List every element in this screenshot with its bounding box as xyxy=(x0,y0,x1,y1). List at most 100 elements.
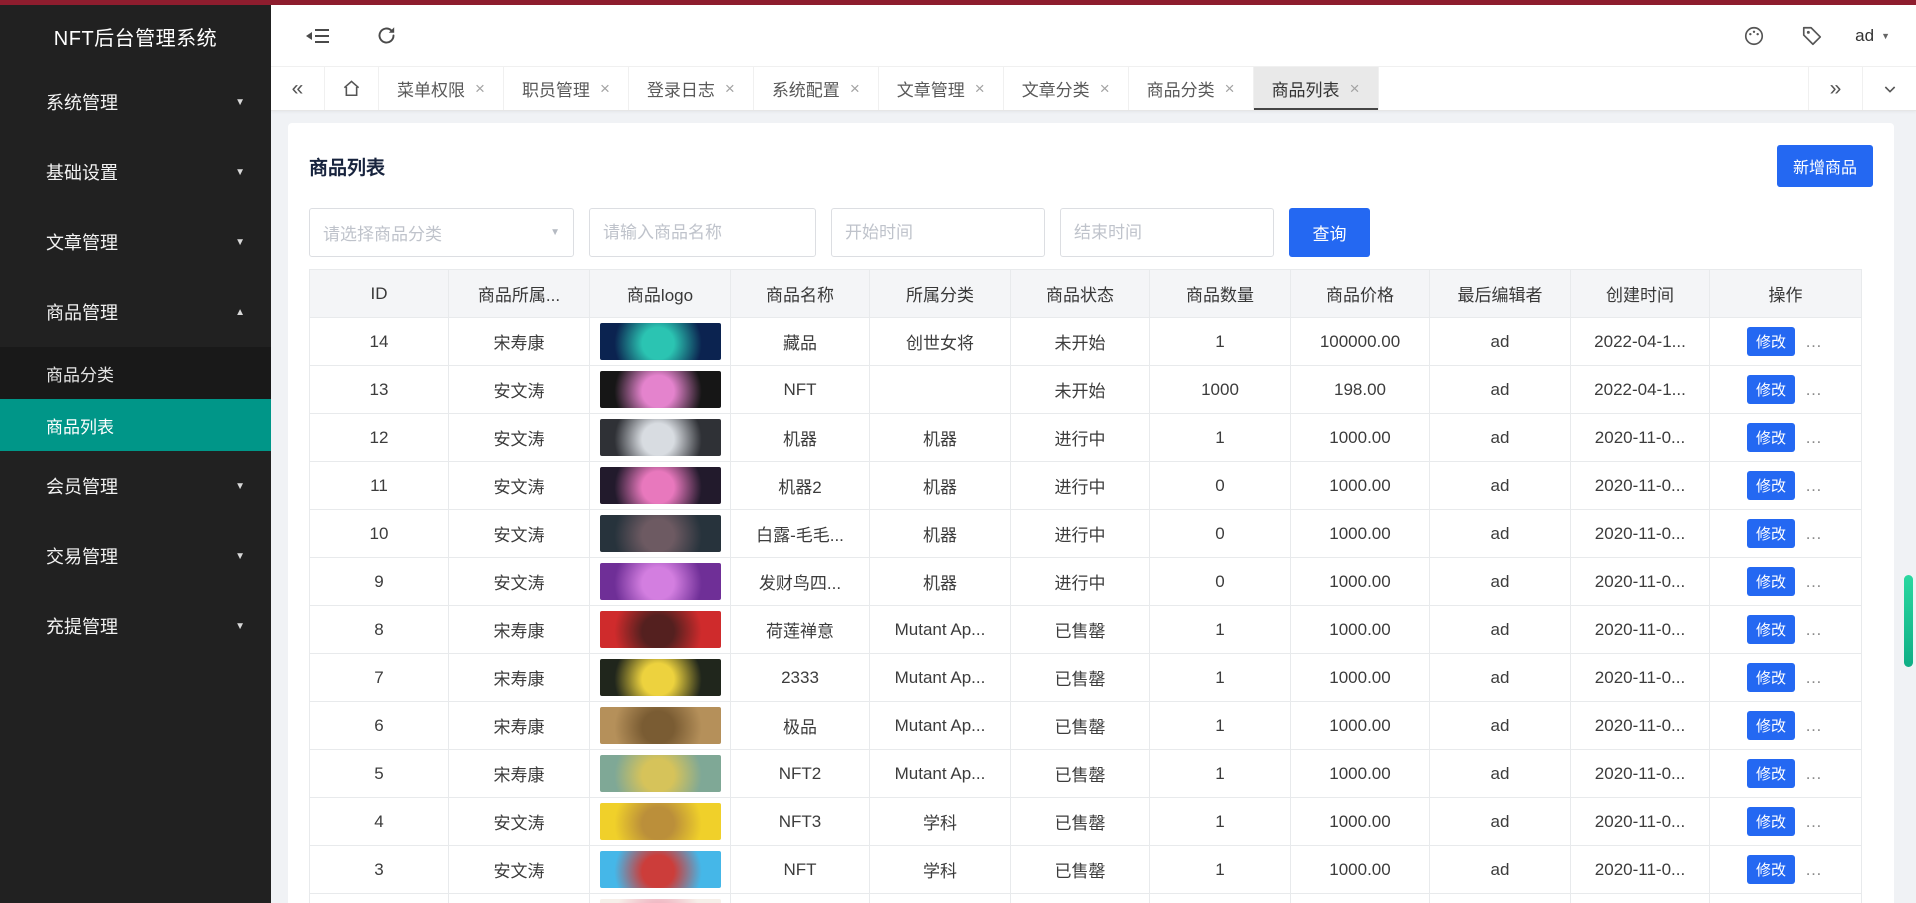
more-actions-button[interactable]: … xyxy=(1805,380,1824,399)
collapse-sidebar-button[interactable] xyxy=(303,21,333,51)
cell-price: 1000.00 xyxy=(1290,845,1430,894)
edit-button[interactable]: 修改 xyxy=(1746,567,1795,596)
edit-button[interactable]: 修改 xyxy=(1746,711,1795,740)
tab-文章分类[interactable]: 文章分类 × xyxy=(1004,67,1129,110)
sidebar-item-系统管理[interactable]: 系统管理 ▼ xyxy=(0,67,271,137)
tab-菜单权限[interactable]: 菜单权限 × xyxy=(379,67,504,110)
close-icon[interactable]: × xyxy=(725,80,735,97)
sidebar-item-会员管理[interactable]: 会员管理 ▼ xyxy=(0,451,271,521)
sidebar-subitem-商品分类[interactable]: 商品分类 xyxy=(0,347,271,399)
cell-quantity: 1 xyxy=(1149,845,1291,894)
cell-operations: 修改 … xyxy=(1709,461,1862,510)
product-name-input[interactable] xyxy=(589,208,816,257)
edit-button[interactable]: 修改 xyxy=(1746,855,1795,884)
refresh-icon xyxy=(376,25,397,46)
tab-系统配置[interactable]: 系统配置 × xyxy=(754,67,879,110)
more-actions-button[interactable]: … xyxy=(1805,428,1824,447)
sidebar-item-label: 充提管理 xyxy=(46,617,118,637)
more-actions-button[interactable]: … xyxy=(1805,812,1824,831)
more-actions-button[interactable]: … xyxy=(1805,668,1824,687)
tabs-scroll-left-button[interactable]: « xyxy=(271,67,325,110)
close-icon[interactable]: × xyxy=(850,80,860,97)
end-time-input[interactable] xyxy=(1060,208,1274,257)
sidebar-item-充提管理[interactable]: 充提管理 ▼ xyxy=(0,591,271,661)
close-icon[interactable]: × xyxy=(1350,80,1360,97)
sidebar-item-商品管理[interactable]: 商品管理 ▲ xyxy=(0,277,271,347)
more-actions-button[interactable]: … xyxy=(1805,572,1824,591)
tabs-scroll-right-button[interactable]: » xyxy=(1808,67,1862,110)
close-icon[interactable]: × xyxy=(600,80,610,97)
edit-button[interactable]: 修改 xyxy=(1746,759,1795,788)
edit-button[interactable]: 修改 xyxy=(1746,663,1795,692)
sidebar-item-文章管理[interactable]: 文章管理 ▼ xyxy=(0,207,271,277)
scrollbar-thumb[interactable] xyxy=(1904,575,1913,667)
category-select[interactable]: 请选择商品分类 ▼ xyxy=(309,208,574,257)
edit-button[interactable]: 修改 xyxy=(1746,807,1795,836)
user-menu[interactable]: ad ▼ xyxy=(1855,26,1890,46)
sidebar-item-label: 文章管理 xyxy=(46,233,118,253)
top-accent-line xyxy=(0,0,1916,5)
sidebar-item-label: 商品管理 xyxy=(46,303,118,323)
sidebar-item-交易管理[interactable]: 交易管理 ▼ xyxy=(0,521,271,591)
cell-owner: 安文涛 xyxy=(448,413,590,462)
edit-button[interactable]: 修改 xyxy=(1746,327,1795,356)
add-product-button[interactable]: 新增商品 xyxy=(1776,145,1873,187)
top-header: ad ▼ xyxy=(271,5,1916,67)
close-icon[interactable]: × xyxy=(1100,80,1110,97)
more-actions-button[interactable]: … xyxy=(1805,524,1824,543)
tabs: 菜单权限 × 职员管理 × 登录日志 × 系统配置 × 文章管理 × 文章分类 × 商品分类 × 商品列表 × xyxy=(379,67,1808,110)
cell-name: NFT3 xyxy=(730,797,870,846)
chevron-down-icon: ▼ xyxy=(235,620,245,632)
more-actions-button[interactable]: … xyxy=(1805,860,1824,879)
refresh-button[interactable] xyxy=(371,21,401,51)
cell-editor: ad xyxy=(1429,557,1571,606)
more-actions-button[interactable]: … xyxy=(1805,764,1824,783)
edit-button[interactable]: 修改 xyxy=(1746,423,1795,452)
sidebar-item-label: 基础设置 xyxy=(46,163,118,183)
more-actions-button[interactable]: … xyxy=(1805,476,1824,495)
cell-quantity: 1 xyxy=(1149,893,1291,903)
cell-status: 进行中 xyxy=(1010,557,1150,606)
edit-button[interactable]: 修改 xyxy=(1746,519,1795,548)
close-icon[interactable]: × xyxy=(975,80,985,97)
tab-文章管理[interactable]: 文章管理 × xyxy=(879,67,1004,110)
start-time-input[interactable] xyxy=(831,208,1045,257)
more-actions-button[interactable]: … xyxy=(1805,716,1824,735)
chevron-down-icon: ▼ xyxy=(235,96,245,108)
cell-operations: 修改 … xyxy=(1709,509,1862,558)
cell-owner: 宋寿康 xyxy=(448,749,590,798)
more-actions-button[interactable]: … xyxy=(1805,332,1824,351)
tab-商品分类[interactable]: 商品分类 × xyxy=(1129,67,1254,110)
cell-operations: 修改 … xyxy=(1709,845,1862,894)
cell-status: 已售罄 xyxy=(1010,653,1150,702)
cell-logo xyxy=(589,365,731,414)
tab-职员管理[interactable]: 职员管理 × xyxy=(504,67,629,110)
edit-button[interactable]: 修改 xyxy=(1746,375,1795,404)
edit-button[interactable]: 修改 xyxy=(1746,615,1795,644)
close-icon[interactable]: × xyxy=(1225,80,1235,97)
cell-owner: 安文涛 xyxy=(448,845,590,894)
edit-button[interactable]: 修改 xyxy=(1746,471,1795,500)
product-logo-image xyxy=(599,707,721,744)
more-actions-button[interactable]: … xyxy=(1805,620,1824,639)
tab-商品列表[interactable]: 商品列表 × xyxy=(1253,67,1379,110)
sidebar-item-基础设置[interactable]: 基础设置 ▼ xyxy=(0,137,271,207)
cell-logo xyxy=(589,317,731,366)
home-icon xyxy=(342,79,361,98)
cell-name: 白露-毛毛... xyxy=(730,509,870,558)
cell-id: 2 xyxy=(309,893,449,903)
cell-name: 藏品 xyxy=(730,317,870,366)
sidebar-subitem-商品列表[interactable]: 商品列表 xyxy=(0,399,271,451)
sidebar-item-label: 会员管理 xyxy=(46,477,118,497)
tab-登录日志[interactable]: 登录日志 × xyxy=(629,67,754,110)
theme-button[interactable] xyxy=(1739,21,1769,51)
search-button[interactable]: 查询 xyxy=(1289,208,1370,257)
cell-category: 机器 xyxy=(869,413,1011,462)
tab-label: 文章管理 xyxy=(896,81,965,100)
tags-button[interactable] xyxy=(1797,21,1827,51)
product-logo-image xyxy=(599,755,721,792)
cell-name: NFT xyxy=(730,845,870,894)
tabs-menu-button[interactable] xyxy=(1862,67,1916,110)
home-tab[interactable] xyxy=(325,67,379,110)
close-icon[interactable]: × xyxy=(475,80,485,97)
